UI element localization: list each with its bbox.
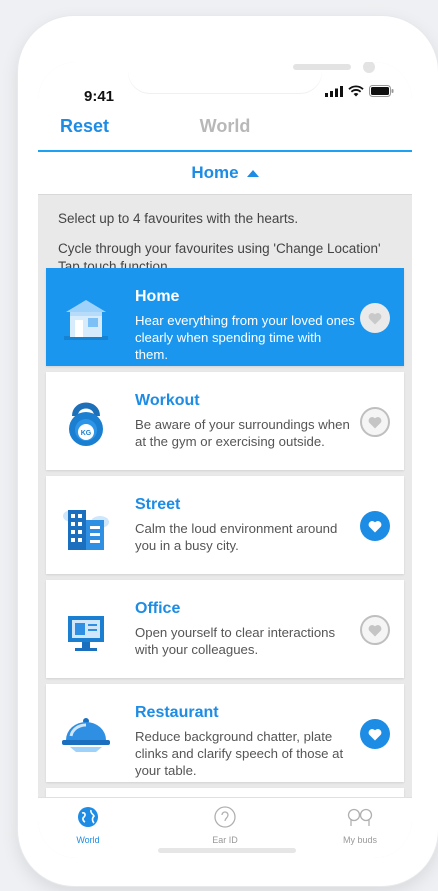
earbuds-icon xyxy=(347,808,373,826)
favourite-toggle-workout[interactable] xyxy=(360,407,390,437)
house-icon xyxy=(58,290,114,346)
heart-icon xyxy=(368,312,382,324)
signal-icon xyxy=(325,85,343,97)
location-card-home[interactable]: Home Hear everything from your loved one… xyxy=(46,268,404,366)
favourite-toggle-street[interactable] xyxy=(360,511,390,541)
globe-icon xyxy=(78,807,98,827)
wifi-icon xyxy=(348,85,364,97)
cloche-icon xyxy=(58,706,114,762)
card-description: Reduce background chatter, plate clinks … xyxy=(135,729,344,778)
svg-text:KG: KG xyxy=(81,430,92,437)
heart-icon xyxy=(368,520,382,532)
card-title: Street xyxy=(135,496,181,513)
instruction-favourites: Select up to 4 favourites with the heart… xyxy=(58,211,299,226)
card-title: Workout xyxy=(135,392,200,409)
status-icons xyxy=(325,85,394,97)
navigation-bar: Reset World xyxy=(38,102,412,152)
card-description: Open yourself to clear interactions with… xyxy=(135,625,336,657)
location-card-workout[interactable]: KG Workout Be aware of your surroundings… xyxy=(46,372,404,470)
tab-world[interactable]: World xyxy=(48,806,128,845)
location-card-street[interactable]: Street Calm the loud environment around … xyxy=(46,476,404,574)
notch xyxy=(128,62,375,94)
heart-icon xyxy=(368,624,382,636)
card-title: Home xyxy=(135,288,180,305)
computer-monitor-icon xyxy=(58,602,114,658)
favourite-toggle-restaurant[interactable] xyxy=(360,719,390,749)
dropdown-selected-label: Home xyxy=(191,163,239,182)
favourite-toggle-office[interactable] xyxy=(360,615,390,645)
ear-icon xyxy=(214,806,236,828)
location-dropdown[interactable]: Home xyxy=(38,152,412,195)
phone-background: 9:41 Reset World Home Select up to 4 fav… xyxy=(0,0,438,891)
caret-up-icon xyxy=(246,170,259,177)
front-camera xyxy=(363,62,375,73)
status-bar: 9:41 xyxy=(38,62,412,105)
app-screen: 9:41 Reset World Home Select up to 4 fav… xyxy=(38,62,412,858)
location-card-office[interactable]: Office Open yourself to clear interactio… xyxy=(46,580,404,678)
heart-icon xyxy=(368,416,382,428)
tab-label: World xyxy=(76,835,100,845)
tab-label: Ear ID xyxy=(212,835,238,845)
tab-label: My buds xyxy=(342,835,377,845)
speaker-grille xyxy=(293,64,351,70)
nav-title: World xyxy=(199,116,251,136)
card-description: Be aware of your surroundings when at th… xyxy=(135,417,350,449)
tab-my-buds[interactable]: My buds xyxy=(320,806,400,845)
home-indicator[interactable] xyxy=(158,848,296,853)
favourite-toggle-home[interactable] xyxy=(360,303,390,333)
battery-icon xyxy=(369,85,394,97)
card-title: Restaurant xyxy=(135,704,219,721)
tab-bar: World Ear ID My buds xyxy=(38,797,412,858)
city-buildings-icon xyxy=(58,498,114,554)
tab-ear-id[interactable]: Ear ID xyxy=(185,806,265,845)
location-card-restaurant[interactable]: Restaurant Reduce background chatter, pl… xyxy=(46,684,404,782)
card-title: Office xyxy=(135,600,181,617)
kettlebell-icon: KG xyxy=(58,394,114,450)
card-description: Calm the loud environment around you in … xyxy=(135,521,338,553)
heart-icon xyxy=(368,728,382,740)
card-description: Hear everything from your loved ones cle… xyxy=(135,313,355,362)
